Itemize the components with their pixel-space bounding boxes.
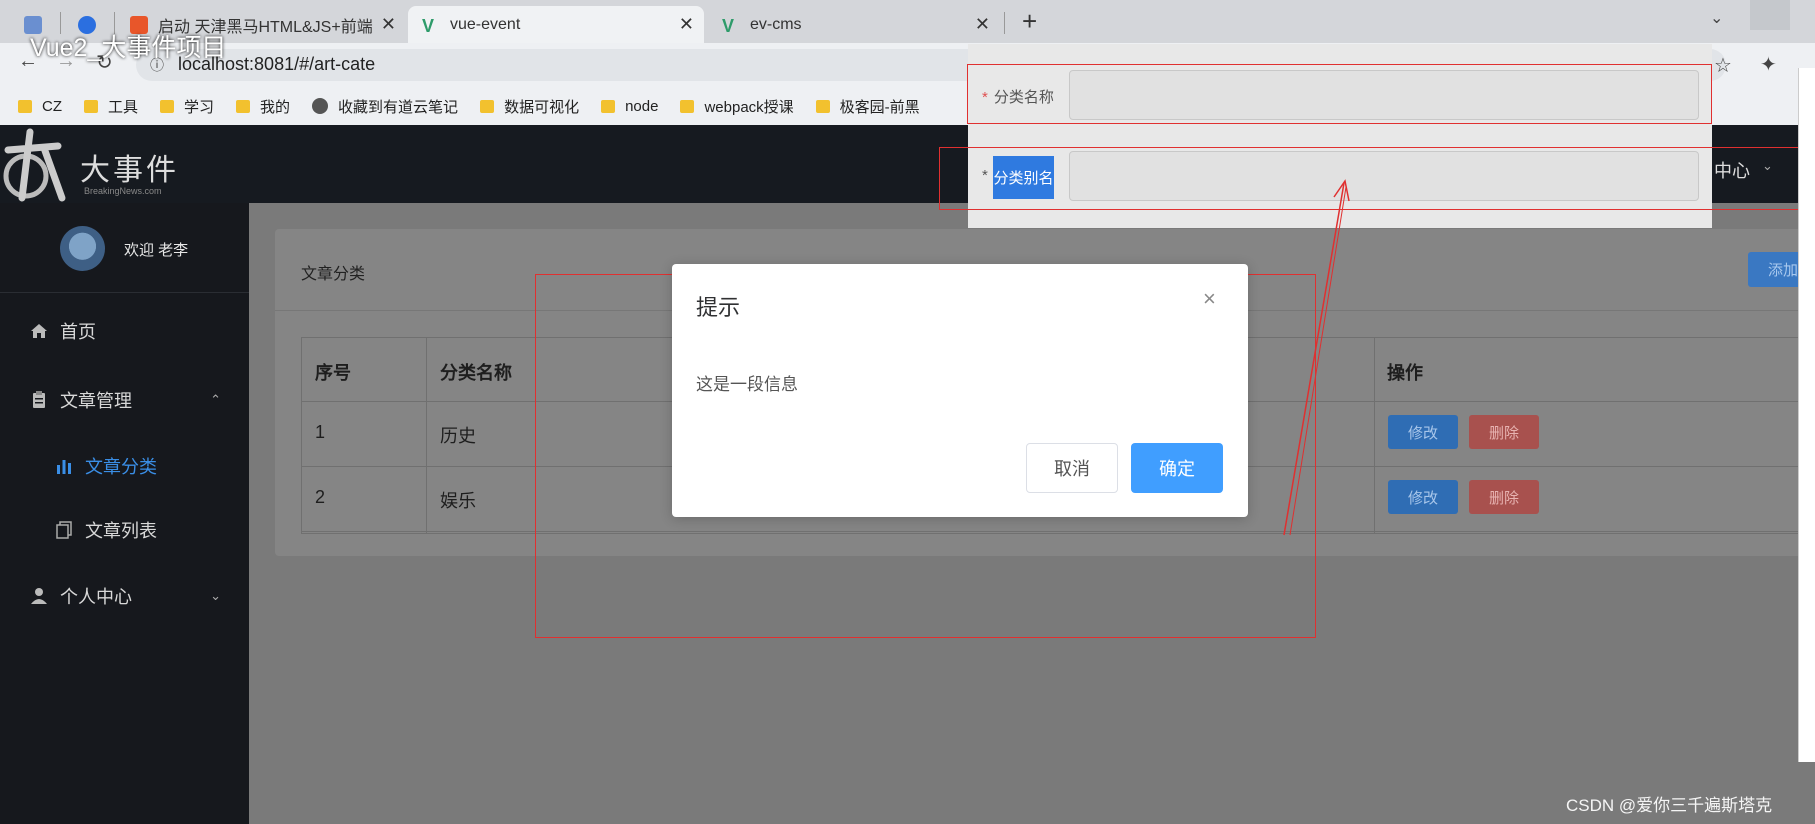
home-icon bbox=[30, 322, 48, 340]
column-divider bbox=[1374, 337, 1375, 534]
folder-icon bbox=[236, 99, 251, 113]
bookmark-star-icon[interactable]: ☆ bbox=[1714, 53, 1732, 78]
bookmark-label: 学习 bbox=[184, 98, 215, 116]
bookmark-label: 极客园-前黑 bbox=[839, 98, 920, 116]
bookmark-item[interactable]: 我的 bbox=[236, 96, 290, 117]
sidebar-item-label: 文章管理 bbox=[60, 391, 132, 411]
tab-separator bbox=[1004, 12, 1005, 34]
cancel-button[interactable]: 取消 bbox=[1026, 443, 1118, 493]
sidebar-item-article-category[interactable]: 文章分类 bbox=[0, 436, 249, 496]
bookmark-label: node bbox=[625, 97, 659, 115]
tab-label: ev-cms bbox=[750, 15, 802, 33]
bookmark-label: CZ bbox=[42, 97, 62, 115]
user-icon bbox=[30, 587, 48, 605]
column-header: 序号 bbox=[315, 363, 351, 383]
sidebar-item-label: 文章列表 bbox=[85, 521, 157, 541]
bookmark-item[interactable]: 学习 bbox=[160, 96, 214, 117]
bookmark-label: 收藏到有道云笔记 bbox=[338, 98, 459, 116]
folder-icon bbox=[18, 99, 32, 113]
welcome-text: 欢迎 老李 bbox=[124, 242, 189, 259]
clipboard-icon bbox=[30, 391, 48, 409]
avatar bbox=[60, 226, 105, 271]
bookmark-label: 我的 bbox=[260, 98, 291, 116]
row-category-name: 娱乐 bbox=[440, 491, 476, 511]
globe-icon bbox=[312, 98, 329, 114]
row-index: 2 bbox=[315, 487, 326, 507]
close-tab-icon[interactable]: ✕ bbox=[679, 14, 694, 35]
annotation-box-alias bbox=[939, 147, 1815, 210]
sidebar-item-article-manage[interactable]: 文章管理 ⌃ bbox=[0, 370, 249, 430]
folder-icon bbox=[160, 99, 175, 113]
sidebar-item-article-list[interactable]: 文章列表 bbox=[0, 500, 249, 560]
folder-icon bbox=[480, 99, 495, 113]
annotation-arrow-icon bbox=[1283, 179, 1350, 536]
bookmark-item[interactable]: node bbox=[601, 98, 658, 115]
vue-favicon-icon: V bbox=[722, 15, 735, 36]
sidebar-item-personal-center[interactable]: 个人中心 ⌄ bbox=[0, 566, 249, 626]
new-tab-button[interactable]: + bbox=[1022, 6, 1037, 37]
column-header: 分类名称 bbox=[440, 363, 512, 383]
bookmark-item[interactable]: CZ bbox=[18, 98, 62, 115]
bookmark-label: webpack授课 bbox=[704, 98, 794, 116]
bookmark-label: 数据可视化 bbox=[504, 98, 580, 116]
logo-subtitle: BreakingNews.com bbox=[84, 186, 162, 196]
bar-chart-icon bbox=[55, 457, 73, 475]
sidebar-item-home[interactable]: 首页 bbox=[0, 301, 249, 361]
tab-search-chevron-icon[interactable]: ⌄ bbox=[1710, 8, 1723, 28]
sidebar-item-label: 个人中心 bbox=[60, 587, 132, 607]
row-index: 1 bbox=[315, 422, 326, 442]
edit-button[interactable]: 修改 bbox=[1388, 480, 1458, 514]
bookmark-item[interactable]: 收藏到有道云笔记 bbox=[312, 96, 458, 117]
delete-button[interactable]: 删除 bbox=[1469, 415, 1539, 449]
extensions-icon[interactable]: ✦ bbox=[1760, 52, 1777, 77]
edit-button[interactable]: 修改 bbox=[1388, 415, 1458, 449]
card-title: 文章分类 bbox=[301, 266, 366, 283]
column-header: 操作 bbox=[1387, 363, 1423, 383]
minimize-button[interactable] bbox=[1750, 0, 1790, 30]
confirm-button[interactable]: 确定 bbox=[1131, 443, 1223, 493]
chevron-down-icon: ⌄ bbox=[210, 588, 221, 603]
dialog-message: 这是一段信息 bbox=[696, 375, 798, 394]
document-copy-icon bbox=[55, 521, 73, 539]
close-icon[interactable]: × bbox=[1203, 286, 1216, 312]
folder-icon bbox=[84, 99, 98, 113]
row-category-name: 历史 bbox=[440, 426, 476, 446]
logo-mark-icon bbox=[3, 128, 66, 202]
bookmark-item[interactable]: webpack授课 bbox=[680, 96, 794, 117]
tab-label: vue-event bbox=[450, 15, 521, 33]
bookmark-label: 工具 bbox=[108, 98, 139, 116]
vue-favicon-icon: V bbox=[422, 15, 435, 36]
browser-tab-ev-cms[interactable]: V ev-cms ✕ bbox=[708, 6, 1000, 43]
bookmark-item[interactable]: 极客园-前黑 bbox=[815, 96, 920, 117]
delete-button[interactable]: 删除 bbox=[1469, 480, 1539, 514]
annotation-box-name bbox=[967, 64, 1712, 124]
column-divider bbox=[426, 337, 427, 534]
chevron-up-icon: ⌃ bbox=[210, 392, 221, 407]
browser-tab-vue-event[interactable]: V vue-event ✕ bbox=[408, 6, 704, 43]
side-panel-edge bbox=[1798, 68, 1815, 762]
dialog-title: 提示 bbox=[696, 295, 741, 320]
folder-icon bbox=[815, 99, 830, 113]
browser-tab-bar: 启动 天津黑马HTML&JS+前端 ✕ V vue-event ✕ V ev-c… bbox=[0, 0, 1815, 43]
bookmark-item[interactable]: 数据可视化 bbox=[480, 96, 579, 117]
video-overlay-title: Vue2_大事件项目 bbox=[30, 34, 227, 62]
close-tab-icon[interactable]: ✕ bbox=[381, 14, 396, 35]
close-tab-icon[interactable]: ✕ bbox=[975, 14, 990, 35]
sidebar-item-label: 文章分类 bbox=[85, 457, 157, 477]
logo-title: 大事件 bbox=[80, 153, 179, 188]
folder-icon bbox=[680, 99, 695, 113]
bookmark-item[interactable]: 工具 bbox=[84, 96, 138, 117]
sidebar-item-label: 首页 bbox=[60, 322, 96, 342]
folder-icon bbox=[601, 99, 616, 113]
watermark: CSDN @爱你三千遍斯塔克 bbox=[1566, 796, 1773, 815]
